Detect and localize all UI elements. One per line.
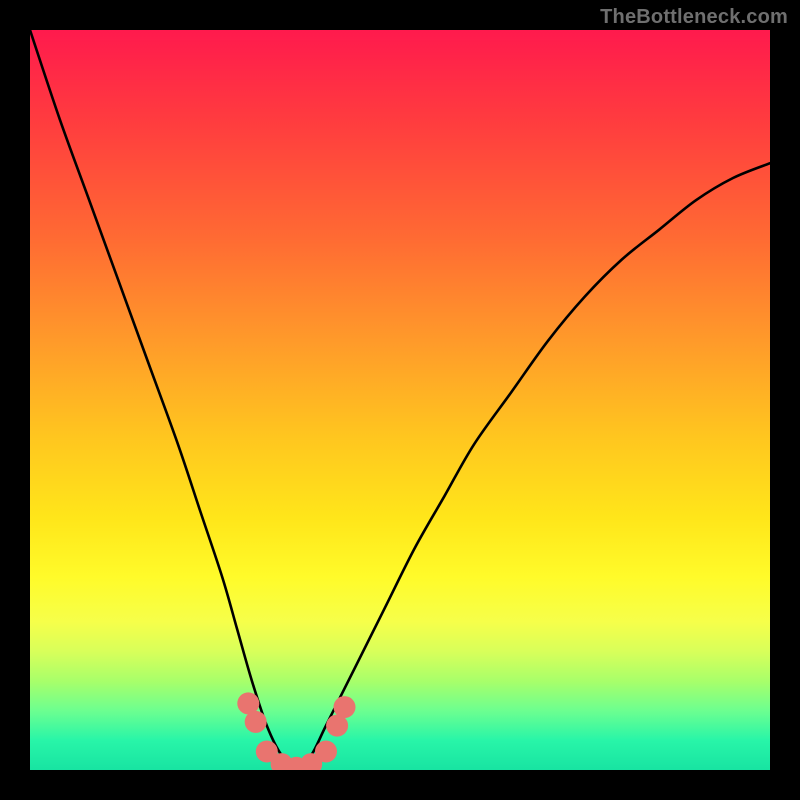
curve-layer [30,30,770,770]
bottleneck-curve [30,30,770,768]
watermark-label: TheBottleneck.com [600,6,788,29]
plot-area [30,30,770,770]
highlight-markers [237,692,355,770]
highlight-marker [315,741,337,763]
highlight-marker [334,696,356,718]
curve-path [30,30,770,768]
chart-frame: TheBottleneck.com [0,0,800,800]
highlight-marker [245,711,267,733]
